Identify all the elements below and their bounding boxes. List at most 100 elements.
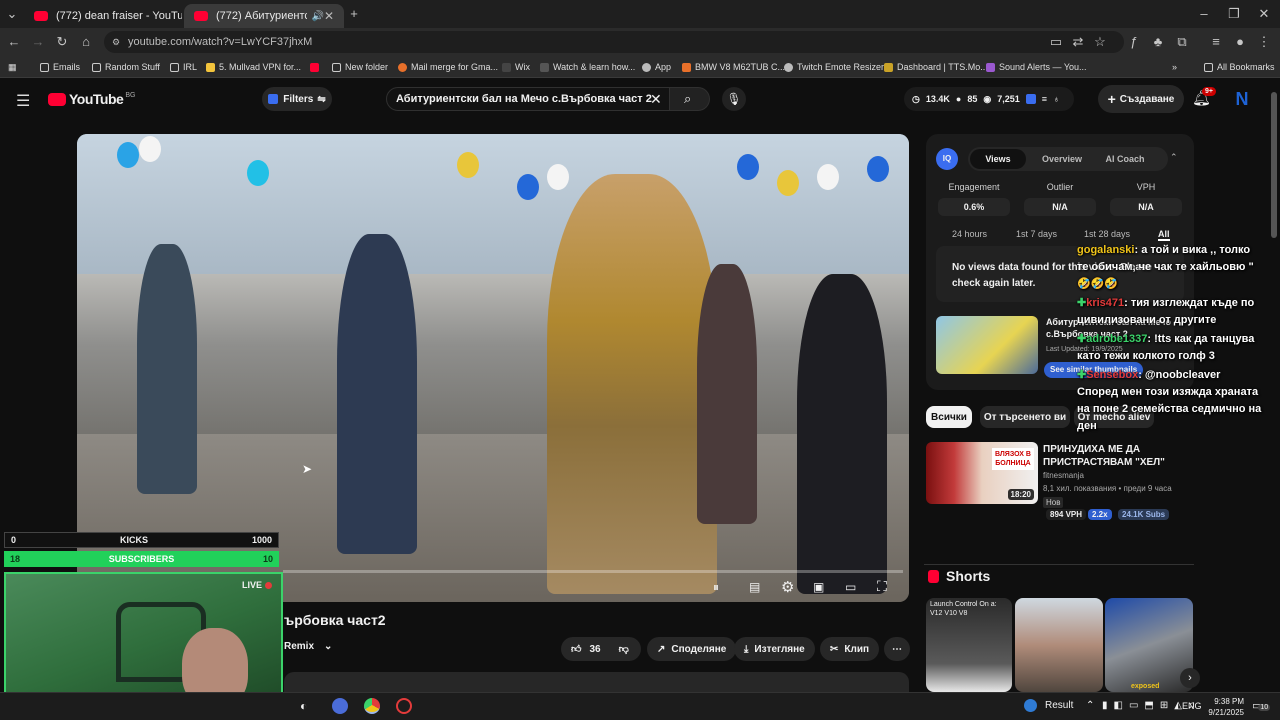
dancer-figure <box>697 264 757 524</box>
bookmark-youtube-icon[interactable] <box>310 60 323 74</box>
translate-icon[interactable]: ⇄ <box>1070 34 1086 50</box>
apps-grid-icon[interactable]: ▦ <box>8 60 17 74</box>
bookmark-tts-dashboard[interactable]: Dashboard | TTS.Mo... <box>884 60 988 74</box>
bookmarks-overflow-icon[interactable]: » <box>1172 60 1177 74</box>
recommended-channel[interactable]: fitnesmanja <box>1043 471 1084 480</box>
bookmark-irl[interactable]: IRL <box>170 60 197 74</box>
minimize-icon[interactable]: – <box>1196 6 1212 22</box>
tab-dean-fraiser[interactable]: (772) dean fraiser - YouTube ✕ <box>24 4 182 28</box>
bookmarks-bar: ▦ Emails Random Stuff IRL 5. Mullvad VPN… <box>0 56 1280 78</box>
short-card[interactable]: Launch Control On a: V12 V10 V8 <box>926 598 1012 692</box>
create-button[interactable]: + Създаване <box>1098 85 1184 113</box>
chrome-taskbar-icon[interactable] <box>364 698 380 714</box>
short-card[interactable] <box>1015 598 1103 692</box>
back-icon[interactable]: ← <box>6 34 22 50</box>
youtube-favicon-icon <box>194 11 208 21</box>
search-input[interactable]: Абитуриентски бал на Мечо с.Върбовка час… <box>386 87 670 111</box>
obs-taskbar-icon[interactable] <box>396 698 412 714</box>
recommended-thumbnail[interactable]: ВЛЯЗОХ В БОЛНИЦА 18:20 <box>926 442 1038 504</box>
collapse-chevron-icon[interactable]: ⌃ <box>1170 152 1178 163</box>
settings-gear-icon[interactable]: ⚙ <box>781 578 794 596</box>
bookmark-twitch-emote[interactable]: Twitch Emote Resizer <box>784 60 884 74</box>
bookmark-sound-alerts[interactable]: Sound Alerts — You... <box>986 60 1087 74</box>
bookmark-new-folder[interactable]: New folder <box>332 60 388 74</box>
like-icon[interactable]: 👍︎ <box>571 643 581 655</box>
scissors-icon: ✂ <box>830 643 839 655</box>
bookmark-star-icon[interactable]: ☆ <box>1092 34 1108 50</box>
cast-icon[interactable]: ▭ <box>1048 34 1064 50</box>
extensions-icon[interactable]: ⧉ <box>1174 34 1190 50</box>
new-tab-icon[interactable]: + <box>346 6 362 22</box>
bookmark-random-stuff[interactable]: Random Stuff <box>92 60 160 74</box>
bookmark-wix[interactable]: Wix <box>502 60 530 74</box>
profile-icon[interactable]: ● <box>1232 34 1248 50</box>
close-tab-icon[interactable]: ✕ <box>324 9 334 23</box>
share-button[interactable]: ↗ Споделяне <box>647 637 737 661</box>
vidiq-header-stats[interactable]: ◷ 13.4K ● 85 ◉ 7,251 ≡ ♁ <box>904 87 1074 111</box>
tab-abiturientski-bal[interactable]: (772) Абитуриентски бал на 🔊 ✕ <box>184 4 344 28</box>
taskbar-app-icon[interactable]: ◐ <box>300 699 307 713</box>
tray-chevron-icon[interactable]: ⌃ <box>1086 700 1094 711</box>
chip-all[interactable]: Всички <box>926 406 972 428</box>
hamburger-menu-icon[interactable]: ☰ <box>16 91 30 111</box>
tab-overview[interactable]: Overview <box>1036 149 1088 169</box>
balloon-icon <box>867 156 889 182</box>
youtube-logo[interactable]: YouTube BG <box>48 91 135 107</box>
reload-icon[interactable]: ↻ <box>54 34 70 50</box>
bookmark-bmw[interactable]: BMW V8 M62TUB C... <box>682 60 785 74</box>
search-button[interactable]: ⌕ <box>670 87 710 111</box>
recommended-title[interactable]: ПРИНУДИХА МЕ ДА ПРИСТРАСТЯВАМ "ХЕЛ" <box>1043 443 1173 469</box>
home-icon[interactable]: ⌂ <box>78 34 94 50</box>
media-controls-icon[interactable]: ≡ <box>1208 34 1224 50</box>
avatar[interactable]: N <box>1230 87 1254 111</box>
window-close-icon[interactable]: ✕ <box>1256 6 1272 22</box>
url-field[interactable]: ⚙ youtube.com/watch?v=LwYCF37jhxM <box>104 31 1124 53</box>
theater-mode-icon[interactable]: ▭ <box>845 580 856 594</box>
tab-ai-coach[interactable]: AI Coach <box>1098 149 1152 169</box>
bookmark-mullvad[interactable]: 5. Mullvad VPN for... <box>206 60 301 74</box>
fullscreen-icon[interactable]: ⛶ <box>877 578 887 595</box>
bookmark-mail-merge[interactable]: Mail merge for Gma... <box>398 60 498 74</box>
autoplay-toggle-icon[interactable]: ⏸︎ <box>713 580 719 595</box>
download-button[interactable]: ⤓ Изтегляне <box>734 637 815 661</box>
remix-button[interactable]: Remix ⌄ <box>284 641 332 652</box>
language-indicator[interactable]: ENG <box>1182 701 1202 711</box>
taskbar-app-icon[interactable] <box>332 698 348 714</box>
tab-search-icon[interactable]: ⌄ <box>4 6 20 22</box>
subtitles-icon[interactable]: ▤ <box>749 580 760 594</box>
menu-dots-icon[interactable]: ⋮ <box>1256 34 1272 50</box>
clip-button[interactable]: ✂ Клип <box>820 637 880 661</box>
range-all[interactable]: All <box>1158 229 1170 241</box>
bookmark-emails[interactable]: Emails <box>40 60 80 74</box>
range-7d[interactable]: 1st 7 days <box>1016 229 1057 239</box>
description-box[interactable] <box>284 672 909 692</box>
filter-badge-icon <box>268 94 279 104</box>
clock[interactable]: 9:38 PM 9/21/2025 <box>1204 696 1244 718</box>
progress-bar[interactable] <box>283 570 903 573</box>
restore-icon[interactable]: ❐ <box>1226 6 1242 22</box>
notification-center-icon[interactable]: ▭10 <box>1252 699 1271 712</box>
dislike-icon[interactable]: 👎︎ <box>619 643 629 655</box>
balloon-icon <box>777 170 799 196</box>
filters-button[interactable]: Filters ⇋ <box>262 87 332 111</box>
range-28d[interactable]: 1st 28 days <box>1084 229 1130 239</box>
chip-from-search[interactable]: От търсенето ви <box>980 406 1070 428</box>
more-actions-icon[interactable]: ⋯ <box>884 637 910 661</box>
all-bookmarks[interactable]: All Bookmarks <box>1204 60 1275 74</box>
site-info-icon[interactable]: ⚙ <box>112 31 120 53</box>
bookmark-app[interactable]: App <box>642 60 671 74</box>
extension-f-icon[interactable]: ƒ <box>1126 34 1142 50</box>
bookmark-watch-learn[interactable]: Watch & learn how... <box>540 60 635 74</box>
tab-views[interactable]: Views <box>970 149 1026 169</box>
miniplayer-icon[interactable]: ▣ <box>813 580 824 594</box>
range-24h[interactable]: 24 hours <box>952 229 987 239</box>
related-thumbnail[interactable] <box>936 316 1038 374</box>
weather-widget[interactable]: Result <box>1024 699 1073 712</box>
shorts-next-icon[interactable]: › <box>1180 668 1200 688</box>
clear-search-icon[interactable]: ✕ <box>650 91 662 108</box>
voice-search-icon[interactable]: 🎙 <box>722 87 746 111</box>
page-scrollbar[interactable] <box>1271 92 1277 238</box>
speaker-icon[interactable]: 🔊 <box>311 11 323 22</box>
forward-icon[interactable]: → <box>30 34 46 50</box>
extension-leaf-icon[interactable]: ♣ <box>1150 34 1166 50</box>
